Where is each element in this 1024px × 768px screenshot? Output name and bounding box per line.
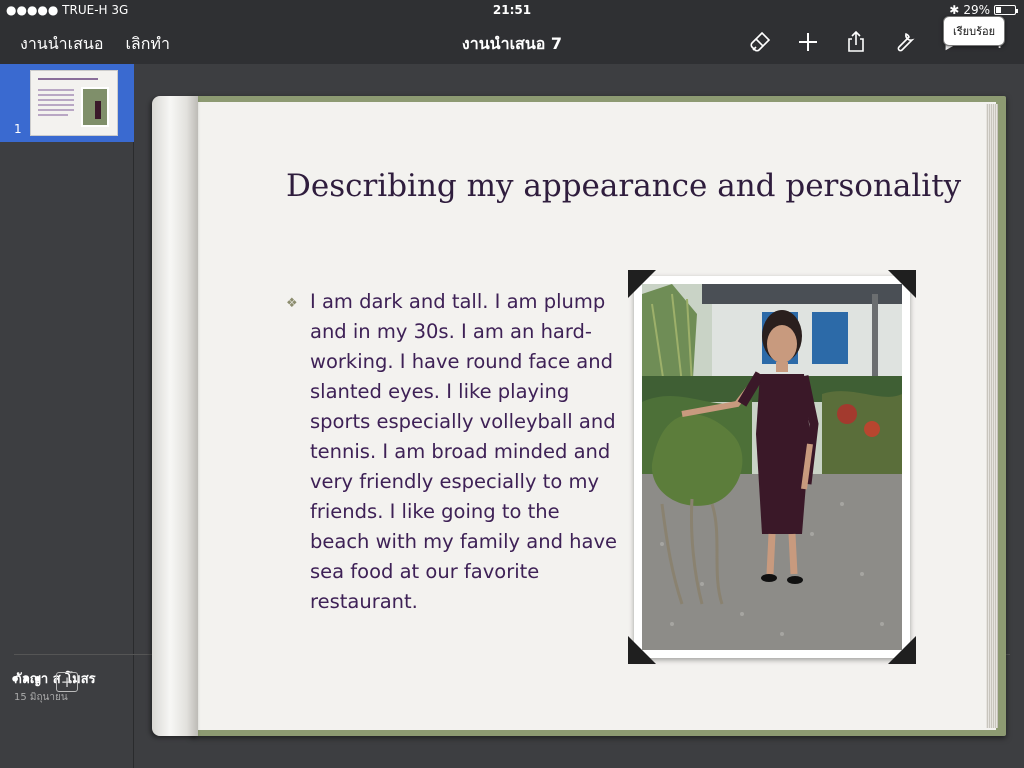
undo-button[interactable]: เลิกทำ — [125, 32, 170, 57]
more-button[interactable]: ••• — [10, 670, 44, 689]
toolbar: งานนำเสนอ เลิกทำ งานนำเสนอ 7 ? — [0, 20, 1024, 64]
battery-percent: 29% — [963, 3, 990, 17]
status-bar: ●●●●● TRUE-H 3G 21:51 ✱ 29% — [0, 0, 1024, 20]
slide-navigator: 1 กัลญา ส โมสร 15 มิถุนายน — [0, 64, 134, 768]
presentations-button[interactable]: งานนำเสนอ — [20, 32, 103, 57]
add-slide-button[interactable]: + — [56, 672, 78, 692]
bluetooth-icon: ✱ — [949, 3, 960, 17]
slide-thumbnail-row[interactable]: 1 — [0, 64, 134, 142]
wrench-icon[interactable] — [890, 28, 918, 56]
clock: 21:51 — [492, 3, 532, 17]
share-icon[interactable] — [842, 28, 870, 56]
slide-number: 1 — [14, 122, 22, 136]
brush-icon[interactable] — [746, 28, 774, 56]
tooltip: เรียบร้อย — [943, 16, 1006, 46]
document-title[interactable]: งานนำเสนอ 7 — [462, 34, 562, 53]
status-right: ✱ 29% — [949, 3, 1018, 17]
battery-icon — [994, 5, 1018, 15]
slide-title[interactable]: Describing my appearance and personality — [286, 168, 961, 204]
document-date: 15 มิถุนายน — [14, 692, 68, 703]
page-edges — [986, 104, 998, 728]
slide-body-text[interactable]: I am dark and tall. I am plump and in my… — [310, 287, 620, 617]
plus-icon[interactable] — [794, 28, 822, 56]
bullet-icon: ❖ — [286, 296, 298, 311]
page-fold — [152, 96, 198, 736]
slide-photo[interactable] — [642, 284, 902, 650]
slide-thumbnail[interactable] — [30, 70, 118, 136]
